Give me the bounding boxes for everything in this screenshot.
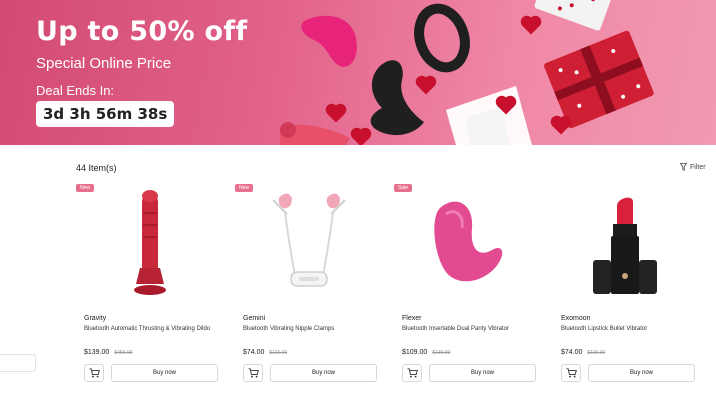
banner-artwork	[280, 0, 654, 145]
badge-new: New	[76, 184, 95, 192]
product-card[interactable]: New Gravity Bluetooth Automatic Thrustin…	[76, 180, 224, 388]
original-price: $139.00	[432, 350, 451, 356]
current-price: $74.00	[561, 349, 583, 356]
product-card[interactable]: Exomoon Bluetooth Lipstick Bullet Vibrat…	[553, 180, 701, 388]
product-price: $109.00 $139.00	[402, 349, 450, 356]
product-grid: New Gravity Bluetooth Automatic Thrustin…	[76, 180, 712, 388]
original-price: $459.00	[114, 350, 133, 356]
product-image	[434, 201, 503, 282]
badge-new: New	[235, 184, 254, 192]
product-name: Gravity	[84, 315, 107, 322]
badge-sale: Sale	[394, 184, 413, 192]
product-image	[593, 197, 657, 294]
deal-ends-label: Deal Ends In:	[36, 83, 115, 98]
buy-now-button[interactable]: Buy now	[588, 364, 695, 382]
current-price: $74.00	[243, 349, 265, 356]
promo-subtitle: Special Online Price	[36, 55, 172, 72]
product-description: Bluetooth Lipstick Bullet Vibrator	[561, 326, 648, 332]
promo-title: Up to 50% off	[36, 16, 248, 47]
product-image	[272, 193, 346, 287]
add-to-cart-button[interactable]	[84, 364, 104, 382]
promo-banner[interactable]: Up to 50% off Special Online Price Deal …	[0, 0, 716, 145]
product-card[interactable]: Sale Flexer Bluetooth Insertable Dual Pa…	[394, 180, 542, 388]
cart-icon	[566, 368, 577, 378]
original-price: $115.00	[269, 350, 288, 356]
product-price: $139.00 $459.00	[84, 349, 132, 356]
cart-icon	[89, 368, 100, 378]
side-panel-tab[interactable]	[0, 354, 36, 372]
add-to-cart-button[interactable]	[402, 364, 422, 382]
product-name: Exomoon	[561, 315, 591, 322]
countdown-timer: 3d 3h 56m 38s	[36, 101, 175, 127]
product-description: Bluetooth Vibrating Nipple Clamps	[243, 326, 335, 332]
current-price: $139.00	[84, 349, 110, 356]
product-description: Bluetooth Insertable Dual Panty Vibrator	[402, 326, 509, 332]
product-price: $74.00 $115.00	[561, 349, 605, 356]
product-price: $74.00 $115.00	[243, 349, 287, 356]
product-name: Gemini	[243, 315, 266, 322]
buy-now-button[interactable]: Buy now	[429, 364, 536, 382]
cart-icon	[248, 368, 259, 378]
cart-icon	[407, 368, 418, 378]
current-price: $109.00	[402, 349, 428, 356]
filter-button[interactable]: Filter	[680, 163, 706, 171]
buy-now-button[interactable]: Buy now	[270, 364, 377, 382]
original-price: $115.00	[587, 350, 606, 356]
add-to-cart-button[interactable]	[561, 364, 581, 382]
product-name: Flexer	[402, 315, 422, 322]
item-count: 44 Item(s)	[76, 163, 117, 173]
product-card[interactable]: New Gemini Bluetooth Vibrating Nipple Cl…	[235, 180, 383, 388]
product-description: Bluetooth Automatic Thrusting & Vibratin…	[84, 326, 211, 332]
add-to-cart-button[interactable]	[243, 364, 263, 382]
filter-icon	[680, 163, 687, 171]
buy-now-button[interactable]: Buy now	[111, 364, 218, 382]
filter-label: Filter	[690, 163, 706, 171]
product-image	[134, 190, 166, 295]
